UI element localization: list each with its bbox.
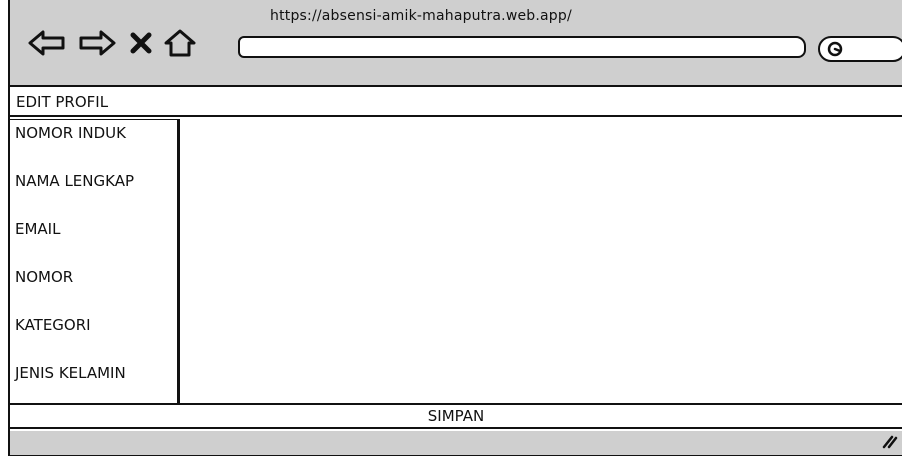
form-content-area bbox=[182, 119, 902, 403]
label-nomor-induk: NOMOR INDUK bbox=[15, 124, 126, 142]
label-email: EMAIL bbox=[15, 220, 61, 238]
close-icon[interactable] bbox=[128, 26, 154, 60]
label-nama-lengkap: NAMA LENGKAP bbox=[15, 172, 135, 190]
save-button[interactable]: SIMPAN bbox=[10, 403, 902, 429]
forward-arrow-icon[interactable] bbox=[78, 26, 116, 60]
label-nomor: NOMOR bbox=[15, 268, 74, 286]
back-arrow-icon[interactable] bbox=[28, 26, 66, 60]
resize-grip-icon[interactable] bbox=[880, 433, 898, 453]
home-icon[interactable] bbox=[160, 26, 200, 60]
url-text: https://absensi-amik-mahaputra.web.app/ bbox=[270, 8, 572, 24]
search-button[interactable] bbox=[818, 36, 902, 62]
browser-toolbar: https://absensi-amik-mahaputra.web.app/ bbox=[10, 0, 902, 87]
status-bar bbox=[10, 431, 902, 455]
label-kategori: KATEGORI bbox=[15, 316, 91, 334]
search-icon bbox=[826, 41, 846, 63]
form-labels-panel: NOMOR INDUK NAMA LENGKAP EMAIL NOMOR KAT… bbox=[10, 119, 180, 403]
label-jenis-kelamin: JENIS KELAMIN bbox=[15, 364, 126, 382]
address-bar-input[interactable] bbox=[238, 36, 806, 58]
page-title: EDIT PROFIL bbox=[10, 89, 902, 117]
